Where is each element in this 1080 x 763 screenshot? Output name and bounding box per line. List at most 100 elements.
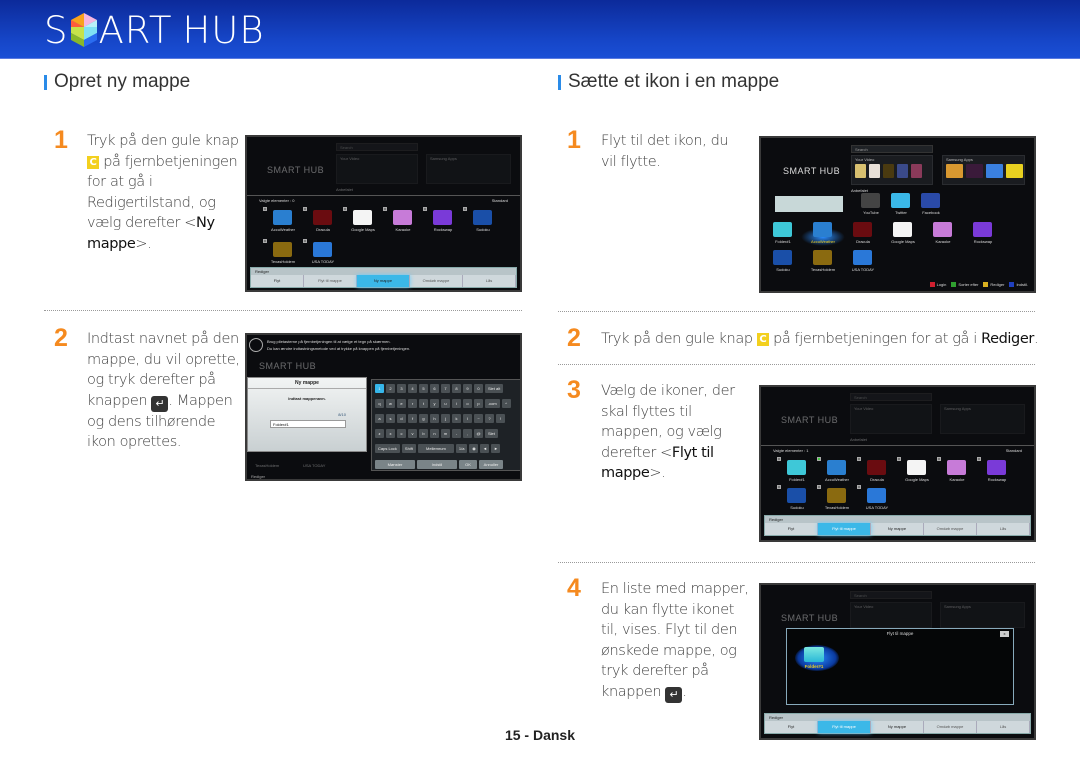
app-icon[interactable] bbox=[933, 222, 952, 237]
edit-bar-button[interactable]: Omdøb mappe bbox=[924, 523, 977, 535]
folder-label[interactable]: Folder#1 bbox=[797, 664, 831, 669]
app-label[interactable]: Folder#1 bbox=[763, 239, 803, 244]
app-icon[interactable] bbox=[313, 210, 332, 225]
keyboard-key[interactable]: a bbox=[375, 414, 384, 423]
app-icon[interactable] bbox=[867, 488, 886, 503]
keyboard-action-button[interactable]: OK bbox=[459, 460, 477, 469]
folder-name-input[interactable]: Folder#1 bbox=[270, 420, 346, 428]
app-label[interactable]: Rockswap bbox=[977, 477, 1017, 482]
keyboard-key[interactable]: Caps Lock bbox=[375, 444, 400, 453]
app-icon[interactable] bbox=[861, 193, 880, 208]
keyboard-key[interactable]: 6 bbox=[430, 384, 439, 393]
app-checkbox[interactable] bbox=[777, 457, 781, 461]
keyboard-key[interactable]: 4 bbox=[408, 384, 417, 393]
app-label[interactable]: TexasHoldem bbox=[263, 259, 303, 264]
app-icon[interactable] bbox=[787, 488, 806, 503]
app-checkbox[interactable] bbox=[777, 485, 781, 489]
app-icon[interactable] bbox=[907, 460, 926, 475]
keyboard-key[interactable]: w bbox=[386, 399, 395, 408]
keyboard-key[interactable]: f bbox=[408, 414, 417, 423]
keyboard-key[interactable]: @ bbox=[474, 429, 483, 438]
your-video-panel[interactable]: Your Video bbox=[851, 155, 933, 185]
app-label[interactable]: USA TODAY bbox=[843, 267, 883, 272]
keyboard-key[interactable]: - bbox=[452, 429, 461, 438]
app-label[interactable]: USA TODAY bbox=[303, 259, 343, 264]
keyboard-key[interactable]: Slet bbox=[485, 429, 498, 438]
app-icon[interactable] bbox=[947, 460, 966, 475]
keyboard-key[interactable]: q bbox=[375, 399, 384, 408]
app-label[interactable]: AccuWeather bbox=[817, 477, 857, 482]
keyboard-key[interactable]: r bbox=[408, 399, 417, 408]
keyboard-key[interactable]: Slet alt bbox=[485, 384, 504, 393]
keyboard-key[interactable]: ~ bbox=[474, 414, 483, 423]
app-checkbox[interactable] bbox=[857, 485, 861, 489]
app-icon[interactable] bbox=[813, 222, 832, 237]
keyboard-key[interactable]: p bbox=[474, 399, 483, 408]
app-label[interactable]: Google Maps bbox=[897, 477, 937, 482]
keyboard-key[interactable]: 1/a bbox=[455, 444, 468, 453]
keyboard-key[interactable]: 2 bbox=[386, 384, 395, 393]
recommended-banner[interactable] bbox=[775, 196, 843, 212]
edit-bar-button[interactable]: Lås bbox=[463, 275, 516, 287]
app-label[interactable]: Dracula bbox=[843, 239, 883, 244]
keyboard-key[interactable]: m bbox=[441, 429, 450, 438]
keyboard-action-button[interactable]: Indstil bbox=[417, 460, 457, 469]
app-icon[interactable] bbox=[273, 210, 292, 225]
edit-bar-button[interactable]: Flyt til mappe bbox=[304, 275, 357, 287]
app-checkbox[interactable] bbox=[303, 207, 307, 211]
edit-bar-button[interactable]: Flyt til mappe bbox=[818, 523, 871, 535]
edit-bar-button[interactable]: Flyt bbox=[765, 523, 818, 535]
app-icon[interactable] bbox=[813, 250, 832, 265]
app-label[interactable]: Karaoke bbox=[937, 477, 977, 482]
app-label[interactable]: Rockswap bbox=[963, 239, 1003, 244]
folder-icon[interactable] bbox=[804, 647, 824, 662]
app-label[interactable]: Karaoke bbox=[923, 239, 963, 244]
app-label[interactable]: USA TODAY bbox=[857, 505, 897, 510]
app-label[interactable]: Google Maps bbox=[883, 239, 923, 244]
app-checkbox[interactable] bbox=[817, 485, 821, 489]
keyboard-key[interactable]: h bbox=[430, 414, 439, 423]
app-label[interactable]: Karaoke bbox=[383, 227, 423, 232]
app-checkbox[interactable] bbox=[857, 457, 861, 461]
app-label[interactable]: TexasHoldem bbox=[803, 267, 843, 272]
app-checkbox[interactable] bbox=[977, 457, 981, 461]
app-checkbox[interactable] bbox=[897, 457, 901, 461]
keyboard-key[interactable]: s bbox=[386, 414, 395, 423]
keyboard-key[interactable]: i bbox=[452, 399, 461, 408]
app-label[interactable]: Sudoku bbox=[463, 227, 503, 232]
app-icon[interactable] bbox=[853, 250, 872, 265]
keyboard-key[interactable]: 9 bbox=[463, 384, 472, 393]
keyboard-key[interactable]: u bbox=[441, 399, 450, 408]
app-icon[interactable] bbox=[827, 460, 846, 475]
app-checkbox[interactable] bbox=[263, 239, 267, 243]
app-label[interactable]: Google Maps bbox=[343, 227, 383, 232]
keyboard-key[interactable]: ◄ bbox=[480, 444, 490, 453]
keyboard-key[interactable]: Mellemrum bbox=[417, 444, 454, 453]
keyboard-key[interactable]: 8 bbox=[452, 384, 461, 393]
keyboard-key[interactable]: 5 bbox=[419, 384, 428, 393]
app-icon[interactable] bbox=[393, 210, 412, 225]
app-label[interactable]: Dracula bbox=[303, 227, 343, 232]
keyboard-key[interactable]: ! bbox=[496, 414, 505, 423]
keyboard-key[interactable]: 1 bbox=[375, 384, 384, 393]
app-checkbox[interactable] bbox=[423, 207, 427, 211]
app-icon[interactable] bbox=[891, 193, 910, 208]
edit-bar-button[interactable]: Ny mappe bbox=[871, 523, 924, 535]
keyboard-key[interactable]: o bbox=[463, 399, 472, 408]
app-icon[interactable] bbox=[273, 242, 292, 257]
app-icon[interactable] bbox=[313, 242, 332, 257]
app-label[interactable]: Rockswap bbox=[423, 227, 463, 232]
app-icon[interactable] bbox=[853, 222, 872, 237]
app-label[interactable]: Dracula bbox=[857, 477, 897, 482]
app-icon[interactable] bbox=[433, 210, 452, 225]
keyboard-key[interactable]: 0 bbox=[474, 384, 483, 393]
app-checkbox[interactable] bbox=[303, 239, 307, 243]
keyboard-key[interactable]: 7 bbox=[441, 384, 450, 393]
close-button[interactable]: x bbox=[1000, 631, 1009, 637]
edit-bar-button[interactable]: Omdøb mappe bbox=[410, 275, 463, 287]
app-checkbox[interactable] bbox=[343, 207, 347, 211]
app-checkbox[interactable] bbox=[383, 207, 387, 211]
keyboard-key[interactable]: v bbox=[408, 429, 417, 438]
keyboard-key[interactable]: .com bbox=[485, 399, 500, 408]
keyboard-key[interactable]: ^ bbox=[501, 399, 511, 408]
